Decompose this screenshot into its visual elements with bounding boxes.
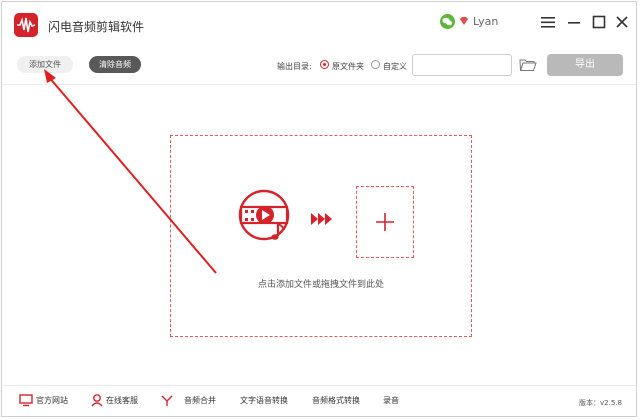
plus-icon [376,213,394,231]
vip-diamond-icon [460,17,468,25]
radio-original-folder[interactable] [320,60,329,69]
footer: 官方网站 在线客服 音频合并 文字语音转换 音频格式转换 录音 版本：v2.5.… [2,385,636,417]
merge-icon[interactable] [160,393,174,407]
customer-service-icon[interactable] [90,393,104,407]
add-file-button[interactable]: 添加文件 [17,56,73,73]
menu-icon[interactable] [538,12,558,32]
output-dir-label: 输出目录: [277,62,312,71]
triple-arrow-icon [311,213,332,225]
radio-custom[interactable] [371,60,380,69]
footer-link-record[interactable]: 录音 [383,395,399,406]
footer-link-support[interactable]: 在线客服 [106,395,138,406]
footer-link-tts[interactable]: 文字语音转换 [240,395,288,406]
drop-zone[interactable]: 点击添加文件或拖拽文件到此处 [170,135,472,337]
folder-icon[interactable] [519,58,537,72]
radio-original-folder-label[interactable]: 原文件夹 [332,61,364,72]
export-button[interactable]: 导出 [547,54,623,76]
audio-wave-icon [14,13,38,37]
app-title: 闪电音频剪辑软件 [48,20,145,34]
wechat-icon[interactable] [440,14,455,29]
app-window: 闪电音频剪辑软件 Lyan 添加文件 清除音频 输出目录: 原文件夹 自定义 导… [1,1,637,417]
video-music-icon [238,189,290,241]
minimize-icon[interactable] [564,12,584,32]
title-bar: 闪电音频剪辑软件 Lyan [2,2,636,46]
drop-hint-text[interactable]: 点击添加文件或拖拽文件到此处 [171,277,471,290]
footer-link-merge[interactable]: 音频合并 [184,395,216,406]
output-path-input[interactable] [412,54,512,76]
clear-audio-button[interactable]: 清除音频 [89,56,141,73]
footer-link-website[interactable]: 官方网站 [36,395,68,406]
add-file-box[interactable] [356,186,414,258]
monitor-icon[interactable] [19,393,33,407]
maximize-icon[interactable] [589,12,609,32]
toolbar: 添加文件 清除音频 输出目录: 原文件夹 自定义 导出 [2,46,636,85]
close-icon[interactable] [612,12,632,32]
footer-link-format[interactable]: 音频格式转换 [312,395,360,406]
version-label: 版本：v2.5.8 [579,399,622,407]
user-name[interactable]: Lyan [473,15,498,28]
radio-custom-label[interactable]: 自定义 [383,61,407,72]
